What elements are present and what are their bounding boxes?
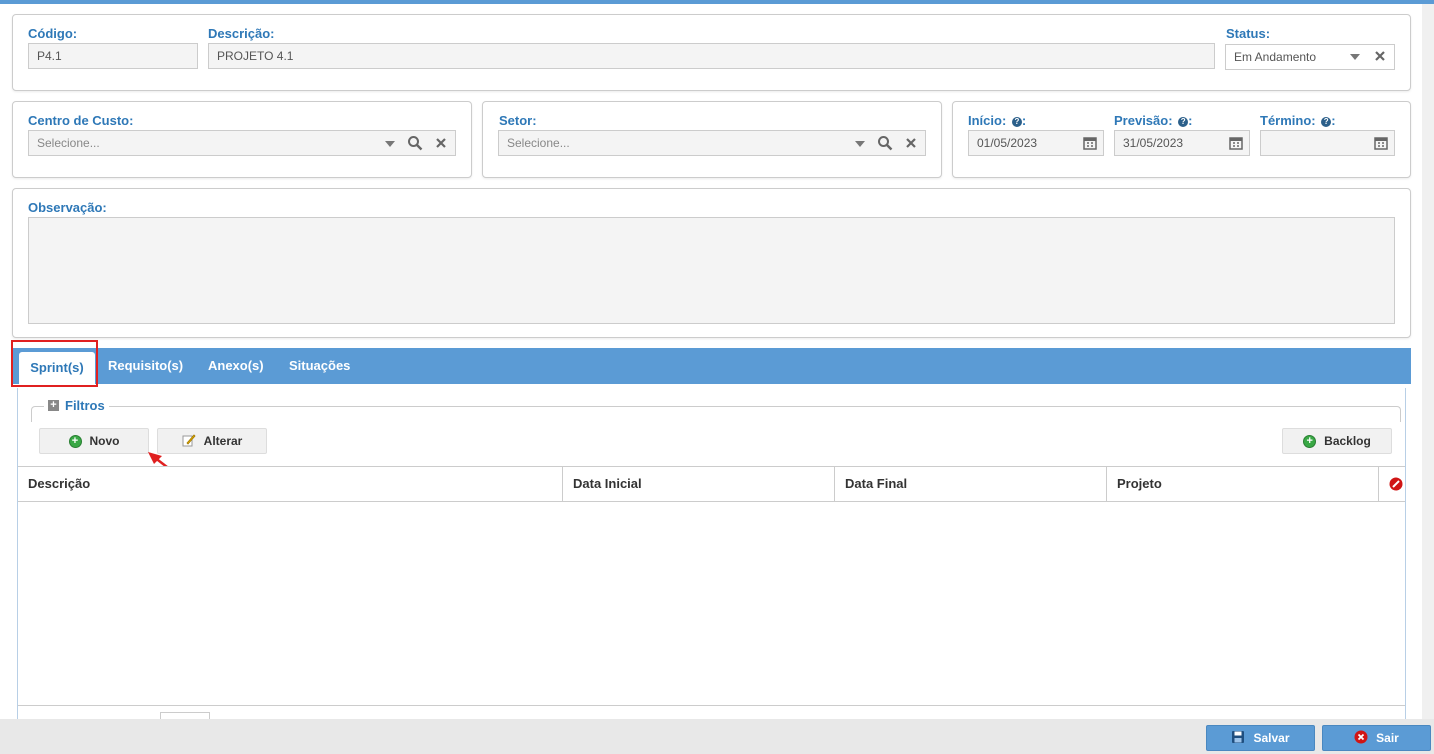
search-icon[interactable] xyxy=(876,134,894,152)
backlog-button[interactable]: + Backlog xyxy=(1282,428,1392,454)
inicio-label: Início: ?: xyxy=(968,113,1027,128)
add-icon: + xyxy=(68,434,82,448)
centro-custo-label: Centro de Custo: xyxy=(28,113,134,128)
termino-label: Término: ?: xyxy=(1260,113,1336,128)
descricao-field[interactable]: PROJETO 4.1 xyxy=(208,43,1215,69)
clear-icon[interactable] xyxy=(904,135,918,151)
sair-label: Sair xyxy=(1376,731,1399,745)
page-scrollbar[interactable] xyxy=(1422,4,1434,719)
salvar-button[interactable]: Salvar xyxy=(1206,725,1315,751)
chevron-down-icon[interactable] xyxy=(854,139,866,149)
remove-icon[interactable] xyxy=(1388,476,1404,492)
filters-fieldset xyxy=(31,406,1401,422)
save-icon xyxy=(1231,730,1245,747)
novo-label: Novo xyxy=(89,434,120,448)
page-size-select[interactable] xyxy=(160,712,210,719)
calendar-icon[interactable] xyxy=(1228,135,1244,151)
previsao-label: Previsão: ?: xyxy=(1114,113,1193,128)
exit-icon xyxy=(1354,730,1368,747)
clear-icon[interactable] xyxy=(434,135,448,151)
help-icon[interactable]: ? xyxy=(1011,117,1022,127)
help-icon[interactable]: ? xyxy=(1178,117,1189,127)
chevron-down-icon[interactable] xyxy=(384,139,396,149)
tab-requisitos[interactable]: Requisito(s) xyxy=(108,348,183,384)
highlight-box xyxy=(11,340,98,387)
setor-label: Setor: xyxy=(499,113,537,128)
expand-icon[interactable]: + xyxy=(48,400,59,411)
top-accent-bar xyxy=(0,0,1434,4)
calendar-icon[interactable] xyxy=(1082,135,1098,151)
column-header-descricao[interactable]: Descrição xyxy=(18,467,563,501)
pagination-bar xyxy=(18,705,1405,719)
tab-anexos[interactable]: Anexo(s) xyxy=(208,348,264,384)
filters-legend[interactable]: + Filtros xyxy=(44,398,109,413)
help-icon[interactable]: ? xyxy=(1321,117,1332,127)
tab-situacoes[interactable]: Situações xyxy=(289,348,350,384)
observacao-label: Observação: xyxy=(28,200,107,215)
calendar-icon[interactable] xyxy=(1373,135,1389,151)
observacao-textarea[interactable] xyxy=(28,217,1395,324)
descricao-label: Descrição: xyxy=(208,26,275,41)
salvar-label: Salvar xyxy=(1253,731,1290,745)
status-label: Status: xyxy=(1226,26,1271,41)
novo-button[interactable]: + Novo xyxy=(39,428,149,454)
filters-label: Filtros xyxy=(65,398,105,413)
backlog-label: Backlog xyxy=(1324,434,1371,448)
codigo-field[interactable]: P4.1 xyxy=(28,43,198,69)
column-header-projeto[interactable]: Projeto xyxy=(1107,467,1379,501)
codigo-label: Código: xyxy=(28,26,78,41)
column-header-data-inicial[interactable]: Data Inicial xyxy=(563,467,835,501)
sair-button[interactable]: Sair xyxy=(1322,725,1431,751)
table-body xyxy=(18,502,1405,706)
add-icon: + xyxy=(1303,434,1317,448)
chevron-down-icon[interactable] xyxy=(1349,52,1361,62)
column-header-data-final[interactable]: Data Final xyxy=(835,467,1107,501)
status-select[interactable]: Em Andamento xyxy=(1225,44,1395,70)
clear-status-icon[interactable] xyxy=(1373,48,1387,64)
search-icon[interactable] xyxy=(406,134,424,152)
